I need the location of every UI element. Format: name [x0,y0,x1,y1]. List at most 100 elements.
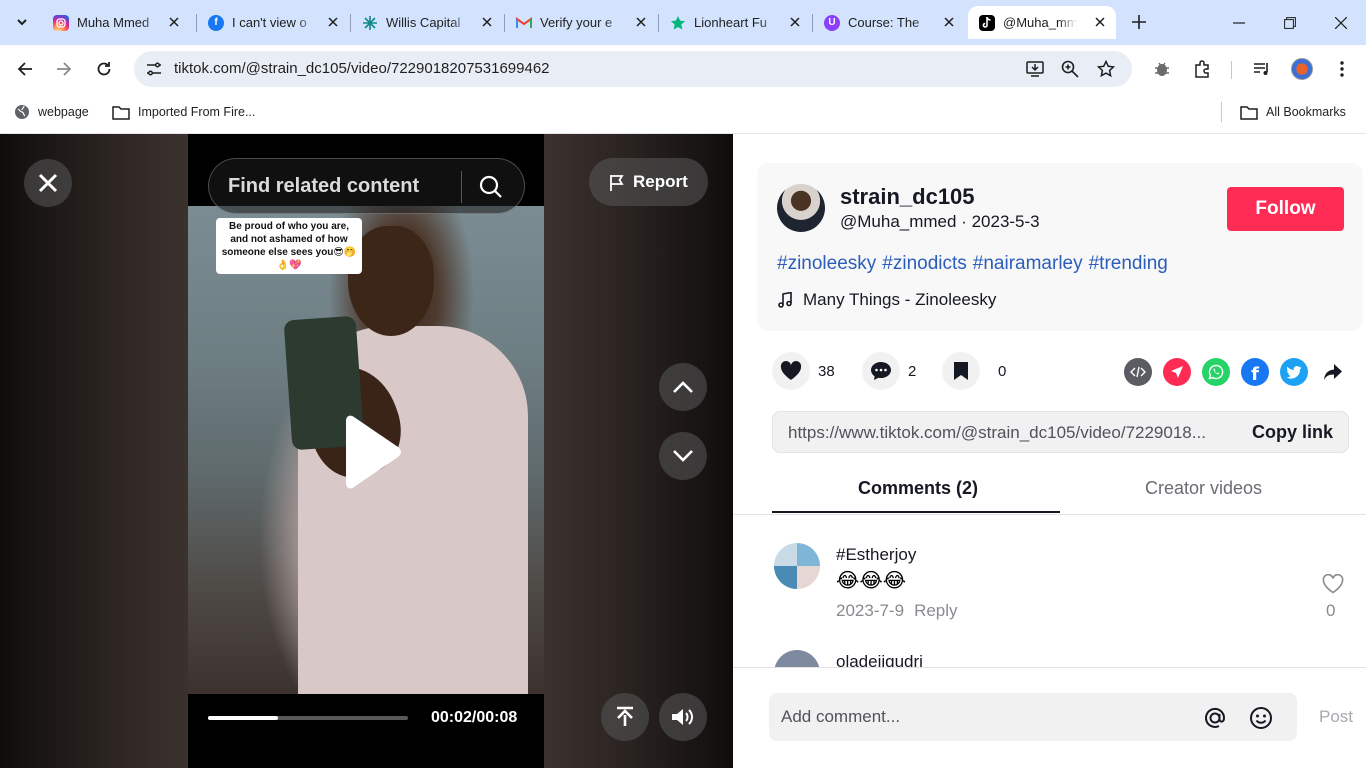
tab-comments[interactable]: Comments (2) [858,478,978,499]
next-video-button[interactable] [659,432,707,480]
close-tab-icon[interactable] [1092,14,1108,30]
restore-button[interactable] [1275,8,1305,38]
profile-avatar-icon[interactable] [1290,57,1314,81]
zoom-icon[interactable] [1058,57,1082,81]
hashtag-link[interactable]: #zinoleesky [777,253,876,274]
extensions-puzzle-icon[interactable] [1190,57,1214,81]
report-label: Report [633,172,688,191]
volume-icon [672,709,693,725]
like-count: 38 [818,362,835,380]
commenter-username[interactable]: #Estherjoy [836,545,916,565]
reply-button[interactable]: Reply [914,601,957,620]
report-button[interactable]: Report [589,158,708,206]
install-app-icon[interactable] [1023,57,1047,81]
comment-date: 2023-7-9 [836,601,905,620]
save-action[interactable]: 0 [942,352,1006,390]
hashtag-link[interactable]: #trending [1089,253,1168,274]
chevron-down-icon [17,19,27,26]
tab-willis-capital[interactable]: Willis Capital [351,6,503,39]
tab-facebook[interactable]: f I can't view o [197,6,349,39]
comments-list[interactable]: #Estherjoy 😂😂😂 2023-7-9 Reply 0 oladejiqu… [733,515,1366,667]
tab-title: @Muha_mm [1003,15,1077,30]
creator-avatar[interactable] [777,184,825,232]
media-controls-icon[interactable] [1250,57,1274,81]
copy-link-button[interactable]: Copy link [1236,412,1349,452]
url-text: tiktok.com/@strain_dc105/video/722901820… [174,60,550,77]
video-link-text[interactable]: https://www.tiktok.com/@strain_dc105/vid… [788,423,1233,443]
close-tab-icon[interactable] [479,14,495,30]
commenter-avatar[interactable] [774,650,820,667]
minimize-button[interactable] [1224,8,1254,38]
like-action[interactable]: 38 [772,352,835,390]
volume-button[interactable] [659,693,707,741]
all-bookmarks-button[interactable]: All Bookmarks [1240,101,1346,123]
close-tab-icon[interactable] [633,14,649,30]
video-link-box: https://www.tiktok.com/@strain_dc105/vid… [772,411,1349,453]
heart-icon[interactable] [772,352,810,390]
embed-icon[interactable] [1124,358,1152,386]
bookmark-star-icon[interactable] [1094,57,1118,81]
hashtag-link[interactable]: #zinodicts [882,253,967,274]
gmail-icon [516,15,532,31]
video-blur-background [0,134,188,768]
comment-action[interactable]: 2 [862,352,916,390]
add-comment-input[interactable]: Add comment... [769,693,1297,741]
creator-username[interactable]: strain_dc105 [840,184,975,210]
tab-course[interactable]: U Course: The [813,6,965,39]
new-tab-button[interactable] [1126,9,1152,35]
previous-video-button[interactable] [659,363,707,411]
extension-bug-icon[interactable] [1150,57,1174,81]
send-icon[interactable] [1163,358,1191,386]
twitter-icon[interactable] [1280,358,1308,386]
folder-icon [1240,105,1258,120]
comment-icon[interactable] [862,352,900,390]
close-tab-icon[interactable] [166,14,182,30]
commenter-username[interactable]: oladejiqudri [836,652,923,667]
tab-lionheart[interactable]: Lionheart Fu [659,6,811,39]
search-icon[interactable] [477,173,505,201]
tab-title: Verify your e [540,15,613,30]
reload-button[interactable] [90,55,118,83]
bookmark-folder-imported[interactable]: Imported From Fire... [112,101,255,123]
emoji-icon[interactable] [1248,705,1274,731]
bookmark-icon[interactable] [942,352,980,390]
close-window-button[interactable] [1326,8,1356,38]
tab-instagram[interactable]: Muha Mmed [42,6,190,39]
close-tab-icon[interactable] [941,14,957,30]
commenter-avatar[interactable] [774,543,820,589]
post-comment-button[interactable]: Post [1319,707,1353,727]
hashtag-link[interactable]: #nairamarley [973,253,1083,274]
site-settings-icon[interactable] [142,57,166,81]
close-tab-icon[interactable] [787,14,803,30]
video-progress-fill [208,716,278,720]
share-arrow-icon[interactable] [1319,358,1347,386]
close-video-button[interactable] [24,159,72,207]
whatsapp-icon[interactable] [1202,358,1230,386]
hashtag-list: #zinoleesky #zinodicts #nairamarley #trendi… [777,253,1174,275]
address-bar[interactable]: tiktok.com/@strain_dc105/video/722901820… [134,51,1132,87]
follow-button[interactable]: Follow [1227,187,1344,231]
music-title: Many Things - Zinoleesky [803,290,997,309]
tab-gmail[interactable]: Verify your e [505,6,657,39]
search-placeholder: Find related content [228,175,420,197]
video-progress-bar[interactable] [208,716,408,720]
arrow-right-icon [57,62,72,76]
music-link[interactable]: Many Things - Zinoleesky [777,290,996,310]
browser-menu-icon[interactable] [1330,57,1354,81]
tab-tiktok-active[interactable]: @Muha_mm [968,6,1116,39]
bookmark-webpage[interactable]: webpage [14,101,89,123]
tab-search-button[interactable] [8,8,36,36]
bookmark-label: Imported From Fire... [138,105,256,119]
mention-icon[interactable] [1202,705,1228,731]
forward-button[interactable] [50,55,78,83]
willis-capital-icon [362,15,378,31]
browser-toolbar: tiktok.com/@strain_dc105/video/722901820… [0,45,1366,93]
back-button[interactable] [11,55,39,83]
close-tab-icon[interactable] [325,14,341,30]
comment-like-icon[interactable] [1321,572,1345,596]
scroll-top-button[interactable] [601,693,649,741]
facebook-icon[interactable]: f [1241,358,1269,386]
play-button[interactable] [336,414,406,490]
related-content-search[interactable]: Find related content [208,158,525,214]
tab-creator-videos[interactable]: Creator videos [1145,478,1262,499]
